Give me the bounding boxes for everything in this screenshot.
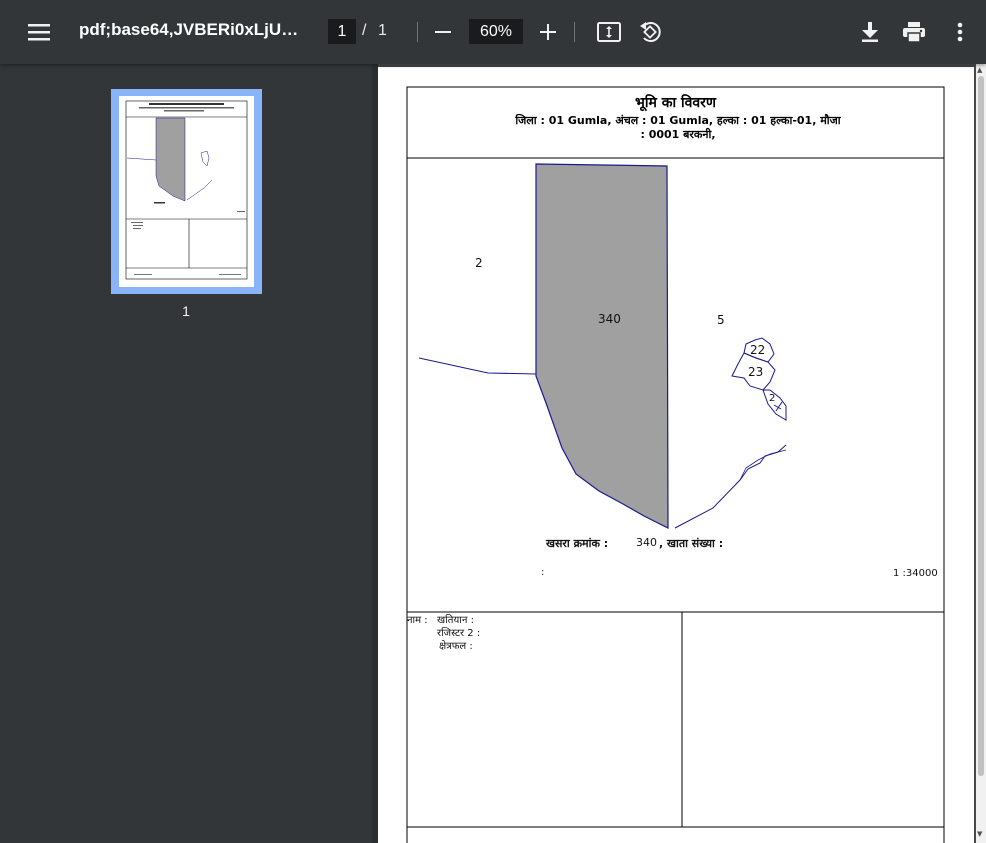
page-title: भूमि का विवरण bbox=[634, 95, 716, 111]
vertical-scrollbar[interactable]: ▲ ▼ bbox=[976, 64, 986, 843]
thumbnail-page-label: 1 bbox=[182, 303, 190, 319]
scroll-up-arrow-icon[interactable]: ▲ bbox=[977, 66, 982, 74]
subtitle-line-1: जिला : 01 Gumla, अंचल : 01 Gumla, हल्का … bbox=[515, 114, 841, 127]
neighbor-plot-left-label: 2 bbox=[475, 256, 483, 270]
page-count: 1 bbox=[378, 22, 387, 39]
document-title: pdf;base64,JVBERi0xLjUKJ... bbox=[79, 20, 309, 39]
more-options-button[interactable] bbox=[946, 18, 974, 46]
toolbar-divider bbox=[417, 22, 418, 42]
neighbor-plot-22-label: 22 bbox=[750, 343, 766, 357]
fit-page-icon bbox=[597, 22, 621, 42]
print-button[interactable] bbox=[900, 18, 928, 46]
pdf-viewer[interactable]: भूमि का विवरण जिला : 01 Gumla, अंचल : 01… bbox=[378, 64, 976, 843]
khata-label: , खाता संख्या : bbox=[659, 537, 724, 550]
map-scale: 1 :34000 bbox=[893, 568, 938, 579]
register-label: रजिस्टर 2 : bbox=[437, 628, 481, 639]
thumbnail-preview bbox=[119, 96, 254, 287]
boundary-line-bottom bbox=[674, 444, 787, 529]
more-vertical-icon bbox=[957, 22, 963, 42]
zoom-out-button[interactable] bbox=[429, 18, 457, 46]
plot-340-shape bbox=[535, 163, 669, 529]
khasra-value: 340 bbox=[636, 536, 657, 549]
printer-icon bbox=[903, 22, 925, 42]
page-thumbnail[interactable] bbox=[111, 89, 262, 294]
toolbar-divider bbox=[574, 22, 575, 42]
subtitle-line-2: : 0001 बरकनी, bbox=[640, 128, 716, 141]
zoom-level-input[interactable]: 60% bbox=[469, 19, 523, 44]
download-icon bbox=[862, 22, 878, 42]
page-subtitle: जिला : 01 Gumla, अंचल : 01 Gumla, हल्का … bbox=[478, 114, 878, 142]
scrollbar-thumb[interactable] bbox=[978, 76, 984, 776]
page-separator: / bbox=[362, 22, 367, 39]
pdf-toolbar: pdf;base64,JVBERi0xLjUKJ... 1 / 1 60% bbox=[0, 0, 986, 64]
thumbnail-sidebar: 1 bbox=[0, 64, 372, 843]
boundary-line-left bbox=[418, 357, 537, 375]
zoom-in-button[interactable] bbox=[534, 18, 562, 46]
neighbor-plot-small-label: 2 bbox=[769, 393, 776, 404]
colon-text: : bbox=[541, 567, 545, 578]
neighbor-plot-23-label: 23 bbox=[748, 365, 764, 379]
khasra-label: खसरा क्रमांक : bbox=[546, 537, 609, 550]
pdf-page: भूमि का विवरण जिला : 01 Gumla, अंचल : 01… bbox=[378, 67, 974, 843]
minus-icon bbox=[435, 31, 451, 33]
khatiyan-label: खतियान : bbox=[437, 615, 474, 626]
neighbor-plot-right-label: 5 bbox=[717, 313, 725, 327]
owner-name-label: नाम : bbox=[407, 615, 428, 626]
rotate-button[interactable] bbox=[636, 17, 664, 47]
area-label: क्षेत्रफल : bbox=[439, 641, 473, 652]
plus-icon bbox=[540, 24, 556, 40]
download-button[interactable] bbox=[856, 18, 884, 46]
menu-icon[interactable] bbox=[22, 16, 56, 48]
boundary-line-bottom-2 bbox=[739, 449, 787, 481]
fit-to-page-button[interactable] bbox=[595, 18, 623, 46]
scroll-down-arrow-icon[interactable]: ▼ bbox=[977, 830, 982, 838]
page-number-input[interactable]: 1 bbox=[328, 19, 356, 44]
plot-number-label: 340 bbox=[598, 312, 621, 326]
rotate-counterclockwise-icon bbox=[640, 22, 661, 42]
